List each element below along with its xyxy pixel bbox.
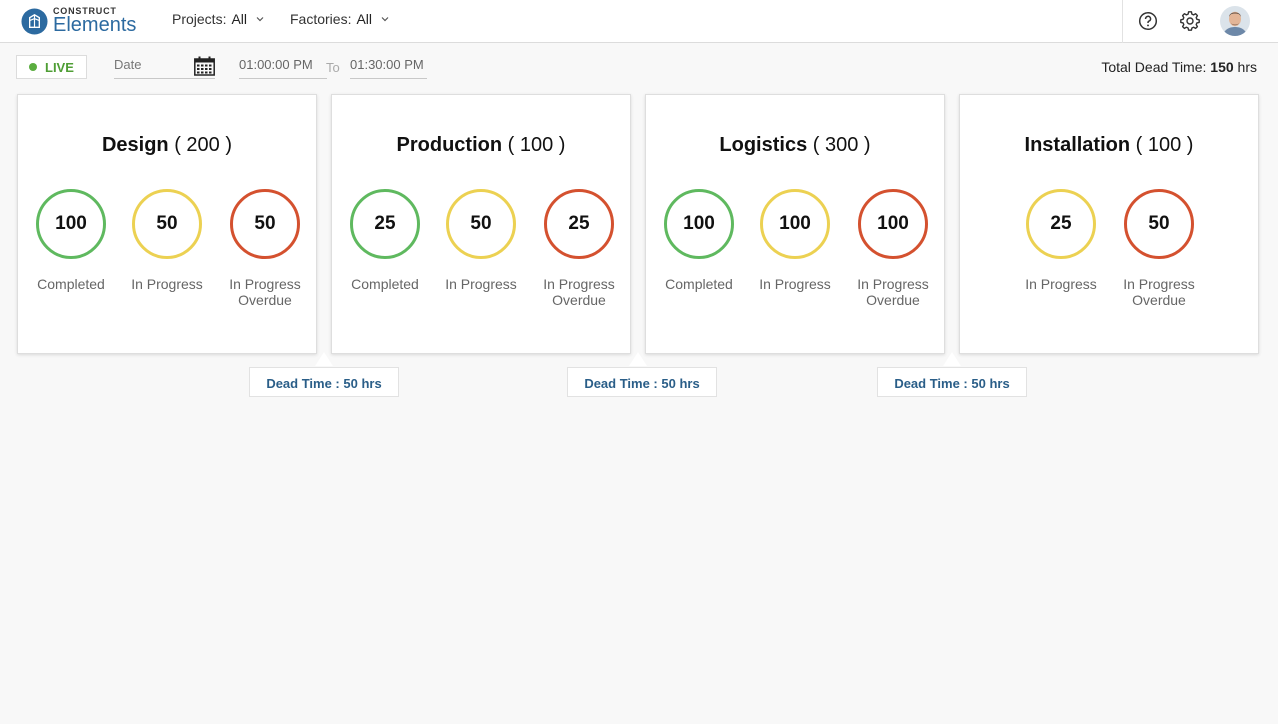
metric-label: Completed	[37, 276, 105, 292]
brand-logo[interactable]: CONSTRUCT Elements	[21, 7, 136, 35]
date-picker-field[interactable]: Date	[114, 54, 215, 79]
metric-label: In Progress	[445, 276, 517, 292]
factories-filter-dropdown[interactable]: Factories: All	[290, 11, 389, 27]
dead-time-production-logistics[interactable]: Dead Time : 50 hrs	[567, 367, 717, 397]
metric-in-progress[interactable]: 50 In Progress	[433, 189, 529, 292]
projects-filter-dropdown[interactable]: Projects: All	[172, 11, 264, 27]
chevron-down-icon	[256, 17, 264, 22]
dead-time-pointer	[629, 352, 647, 366]
metric-label: In Progress Overdue	[1123, 276, 1195, 308]
help-icon[interactable]	[1138, 11, 1158, 31]
stage-name: Logistics	[719, 134, 808, 156]
status-ring: 50	[1124, 189, 1194, 259]
metric-in-progress-overdue[interactable]: 25 In Progress Overdue	[529, 189, 629, 308]
user-photo-icon	[1220, 6, 1250, 36]
stage-count: ( 100 )	[1135, 134, 1194, 156]
live-status-dot	[29, 63, 37, 71]
chevron-down-icon	[381, 17, 389, 22]
metric-label: In Progress	[131, 276, 203, 292]
total-dead-time-label: Total Dead Time:	[1101, 59, 1207, 75]
stage-name: Design	[101, 134, 169, 156]
metric-label: Completed	[665, 276, 733, 292]
status-ring: 50	[132, 189, 202, 259]
status-ring: 25	[350, 189, 420, 259]
metric-in-progress-overdue[interactable]: 50 In Progress Overdue	[1109, 189, 1209, 308]
stage-count: ( 200 )	[174, 134, 233, 156]
calendar-icon[interactable]	[194, 56, 215, 76]
top-navigation-bar: CONSTRUCT Elements Projects: All Factori…	[0, 0, 1278, 43]
dead-time-pointer	[315, 352, 333, 366]
metric-in-progress[interactable]: 100 In Progress	[747, 189, 843, 292]
status-ring: 50	[446, 189, 516, 259]
projects-filter-label: Projects:	[172, 11, 227, 27]
stage-count: ( 100 )	[507, 134, 566, 156]
metric-label: In Progress	[1025, 276, 1097, 292]
end-time-field[interactable]: 01:30:00 PM	[350, 54, 427, 79]
status-ring: 100	[664, 189, 734, 259]
dead-time-pointer	[943, 352, 961, 366]
stage-card-design[interactable]: Design ( 200 ) 100 Completed 50 In Progr…	[17, 94, 317, 354]
logo-mark-icon	[21, 7, 48, 35]
dead-time-design-production[interactable]: Dead Time : 50 hrs	[249, 367, 399, 397]
live-label: LIVE	[45, 59, 74, 75]
metric-completed[interactable]: 100 Completed	[651, 189, 747, 292]
status-ring: 50	[230, 189, 300, 259]
metric-label: In Progress	[759, 276, 831, 292]
factories-filter-label: Factories:	[290, 11, 352, 27]
metric-in-progress-overdue[interactable]: 100 In Progress Overdue	[843, 189, 943, 308]
brand-name-bottom: Elements	[53, 14, 137, 36]
metric-label: Completed	[351, 276, 419, 292]
total-dead-time-unit: hrs	[1237, 59, 1257, 75]
stage-title: Logistics ( 300 )	[646, 134, 944, 157]
stage-card-installation[interactable]: Installation ( 100 ) 25 In Progress 50 I…	[959, 94, 1259, 354]
header-divider	[1122, 0, 1123, 43]
stage-count: ( 300 )	[812, 134, 871, 156]
projects-filter-value: All	[231, 11, 248, 27]
status-ring: 25	[544, 189, 614, 259]
dead-time-logistics-installation[interactable]: Dead Time : 50 hrs	[877, 367, 1027, 397]
user-avatar[interactable]	[1220, 6, 1250, 36]
date-placeholder: Date	[114, 57, 142, 72]
total-dead-time: Total Dead Time: 150 hrs	[1101, 59, 1257, 75]
stage-name: Installation	[1024, 134, 1131, 156]
status-ring: 100	[858, 189, 928, 259]
status-ring: 100	[760, 189, 830, 259]
status-ring: 25	[1026, 189, 1096, 259]
total-dead-time-value: 150	[1210, 59, 1234, 75]
metric-in-progress[interactable]: 25 In Progress	[1013, 189, 1109, 292]
stage-title: Production ( 100 )	[332, 134, 630, 157]
metric-label: In Progress Overdue	[229, 276, 301, 308]
start-time-field[interactable]: 01:00:00 PM	[239, 54, 327, 79]
status-ring: 100	[36, 189, 106, 259]
stage-card-logistics[interactable]: Logistics ( 300 ) 100 Completed 100 In P…	[645, 94, 945, 354]
stage-title: Installation ( 100 )	[960, 134, 1258, 157]
metric-label: In Progress Overdue	[543, 276, 615, 308]
factories-filter-value: All	[356, 11, 373, 27]
metric-in-progress[interactable]: 50 In Progress	[119, 189, 215, 292]
stage-name: Production	[396, 134, 503, 156]
metric-label: In Progress Overdue	[857, 276, 929, 308]
stage-title: Design ( 200 )	[18, 134, 316, 157]
metric-completed[interactable]: 25 Completed	[337, 189, 433, 292]
to-label: To	[326, 60, 340, 75]
stage-card-production[interactable]: Production ( 100 ) 25 Completed 50 In Pr…	[331, 94, 631, 354]
settings-gear-icon[interactable]	[1180, 11, 1200, 31]
metric-in-progress-overdue[interactable]: 50 In Progress Overdue	[215, 189, 315, 308]
live-toggle-button[interactable]: LIVE	[16, 55, 87, 79]
metric-completed[interactable]: 100 Completed	[23, 189, 119, 292]
